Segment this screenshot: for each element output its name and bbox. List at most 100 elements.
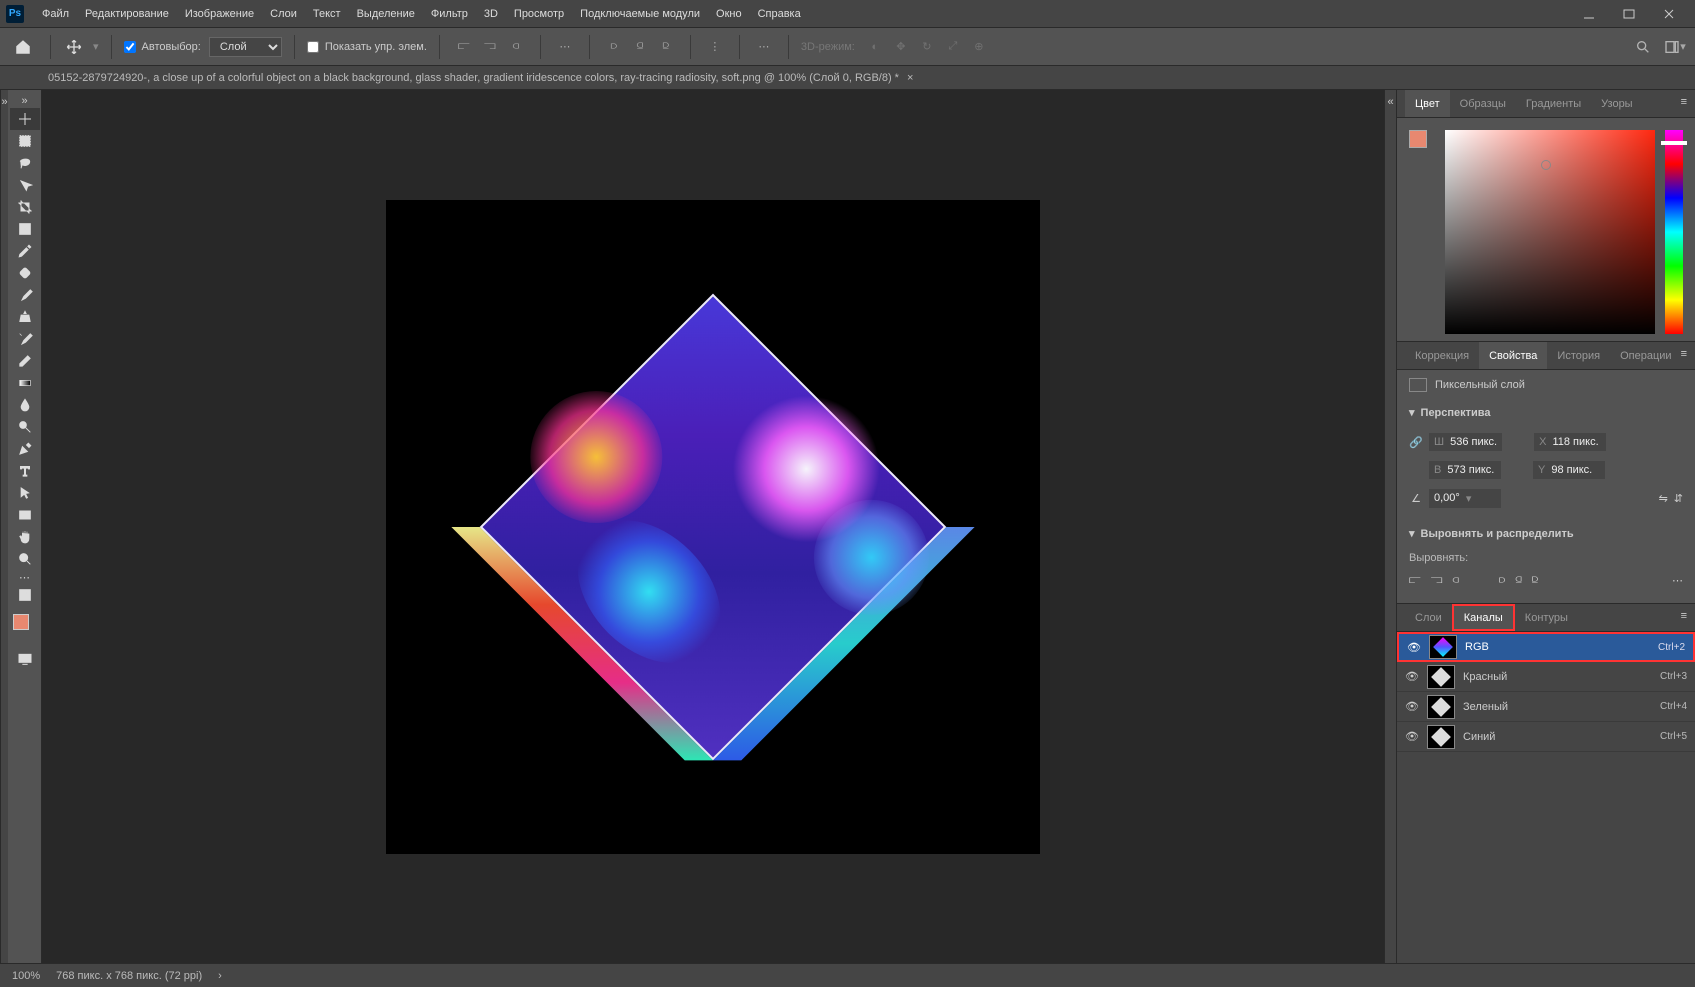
eraser-tool[interactable] [10, 350, 40, 372]
channel-green[interactable]: 👁 Зеленый Ctrl+4 [1397, 692, 1695, 722]
quick-select-tool[interactable] [10, 174, 40, 196]
color-field[interactable] [1445, 130, 1655, 334]
align-vcenter-icon[interactable]: ⫑ [628, 35, 652, 59]
tab-history[interactable]: История [1547, 342, 1610, 369]
align-top-icon[interactable]: ⫐ [602, 35, 626, 59]
type-tool[interactable] [10, 460, 40, 482]
flip-v-icon[interactable]: ⇵ [1674, 492, 1683, 505]
quick-mask-icon[interactable] [10, 584, 40, 606]
toolbox-expand-icon[interactable]: » [10, 94, 40, 108]
align-right-icon[interactable]: ⫏ [504, 35, 528, 59]
tab-layers[interactable]: Слои [1405, 604, 1452, 631]
history-brush-tool[interactable] [10, 328, 40, 350]
channel-rgb[interactable]: 👁 RGB Ctrl+2 [1397, 632, 1695, 662]
link-wh-icon[interactable]: 🔗 [1409, 431, 1423, 453]
frame-tool[interactable] [10, 218, 40, 240]
edit-toolbar-icon[interactable]: ⋯ [10, 570, 40, 584]
properties-panel-menu-icon[interactable]: ≡ [1681, 348, 1687, 360]
move-tool[interactable] [10, 108, 40, 130]
align-right-edge-icon[interactable]: ⫏ [1452, 574, 1458, 587]
width-input[interactable]: Ш536 пикс. [1429, 433, 1502, 451]
align-more-icon[interactable]: ⋯ [1672, 574, 1683, 587]
document-tab[interactable]: 05152-2879724920-, a close up of a color… [40, 72, 921, 84]
workspace-switcher-icon[interactable]: ▾ [1663, 35, 1687, 59]
status-expand-icon[interactable]: › [218, 970, 222, 982]
more-options-icon[interactable]: ⋯ [752, 35, 776, 59]
align-left-icon[interactable]: ⫍ [452, 35, 476, 59]
tab-swatches[interactable]: Образцы [1450, 90, 1516, 117]
y-input[interactable]: Y98 пикс. [1533, 461, 1605, 479]
canvas-area[interactable] [42, 90, 1384, 963]
height-input[interactable]: В573 пикс. [1429, 461, 1501, 479]
menu-layers[interactable]: Слои [262, 8, 305, 20]
minimize-button[interactable] [1569, 0, 1609, 27]
menu-filter[interactable]: Фильтр [423, 8, 476, 20]
tab-channels[interactable]: Каналы [1452, 604, 1515, 631]
rectangle-tool[interactable] [10, 504, 40, 526]
align-bottom-icon[interactable]: ⫒ [654, 35, 678, 59]
menu-image[interactable]: Изображение [177, 8, 262, 20]
angle-input[interactable]: 0,00° ▾ [1429, 489, 1501, 508]
tab-color[interactable]: Цвет [1405, 90, 1450, 117]
tab-adjustments[interactable]: Коррекция [1405, 342, 1479, 369]
foreground-background-colors[interactable] [13, 614, 37, 638]
hue-slider[interactable] [1665, 130, 1683, 334]
align-bottom-edge-icon[interactable]: ⫒ [1532, 574, 1538, 587]
lasso-tool[interactable] [10, 152, 40, 174]
channel-red[interactable]: 👁 Красный Ctrl+3 [1397, 662, 1695, 692]
align-left-edge-icon[interactable]: ⫍ [1409, 574, 1421, 587]
menu-view[interactable]: Просмотр [506, 8, 572, 20]
x-input[interactable]: X118 пикс. [1534, 433, 1606, 451]
crop-tool[interactable] [10, 196, 40, 218]
gradient-tool[interactable] [10, 372, 40, 394]
foreground-color-swatch[interactable] [13, 614, 29, 630]
expand-right-strip[interactable]: « [1384, 90, 1396, 963]
menu-file[interactable]: Файл [34, 8, 77, 20]
channels-panel-menu-icon[interactable]: ≡ [1681, 610, 1687, 622]
menu-edit[interactable]: Редактирование [77, 8, 177, 20]
align-v-center-icon[interactable]: ⫑ [1515, 574, 1521, 587]
tab-properties[interactable]: Свойства [1479, 342, 1547, 369]
home-button[interactable] [8, 33, 38, 61]
channel-blue[interactable]: 👁 Синий Ctrl+5 [1397, 722, 1695, 752]
healing-tool[interactable] [10, 262, 40, 284]
blur-tool[interactable] [10, 394, 40, 416]
close-tab-icon[interactable]: × [907, 72, 913, 84]
screen-mode-icon[interactable] [10, 648, 40, 670]
zoom-tool[interactable] [10, 548, 40, 570]
eyedropper-tool[interactable] [10, 240, 40, 262]
hand-tool[interactable] [10, 526, 40, 548]
align-distribute-header[interactable]: ▾ Выровнять и распределить [1397, 521, 1695, 546]
color-swatch-preview[interactable] [1409, 130, 1435, 156]
marquee-tool[interactable] [10, 130, 40, 152]
auto-select-target[interactable]: Слой [209, 37, 282, 57]
perspective-header[interactable]: ▾ Перспектива [1397, 400, 1695, 425]
expand-left-strip[interactable]: » [0, 90, 8, 963]
path-select-tool[interactable] [10, 482, 40, 504]
visibility-eye-icon[interactable]: 👁 [1405, 700, 1419, 713]
maximize-button[interactable] [1609, 0, 1649, 27]
close-window-button[interactable] [1649, 0, 1689, 27]
color-panel-menu-icon[interactable]: ≡ [1681, 96, 1687, 108]
menu-3d[interactable]: 3D [476, 8, 506, 20]
show-transform-controls-checkbox[interactable]: Показать упр. элем. [307, 41, 427, 53]
zoom-level[interactable]: 100% [12, 970, 40, 982]
flip-h-icon[interactable]: ⇋ [1659, 492, 1668, 505]
align-hcenter-icon[interactable]: ⫎ [478, 35, 502, 59]
auto-select-checkbox[interactable]: Автовыбор: [124, 41, 201, 53]
search-icon[interactable] [1631, 35, 1655, 59]
tab-paths[interactable]: Контуры [1515, 604, 1578, 631]
menu-select[interactable]: Выделение [349, 8, 423, 20]
brush-tool[interactable] [10, 284, 40, 306]
align-top-edge-icon[interactable]: ⫐ [1499, 574, 1505, 587]
tab-actions[interactable]: Операции [1610, 342, 1681, 369]
menu-text[interactable]: Текст [305, 8, 349, 20]
distribute-icon[interactable]: ⋯ [553, 35, 577, 59]
canvas[interactable] [386, 200, 1040, 854]
distribute-v-icon[interactable]: ⋮ [703, 35, 727, 59]
tab-gradients[interactable]: Градиенты [1516, 90, 1591, 117]
visibility-eye-icon[interactable]: 👁 [1405, 670, 1419, 683]
menu-help[interactable]: Справка [750, 8, 809, 20]
menu-window[interactable]: Окно [708, 8, 750, 20]
visibility-eye-icon[interactable]: 👁 [1405, 730, 1419, 743]
